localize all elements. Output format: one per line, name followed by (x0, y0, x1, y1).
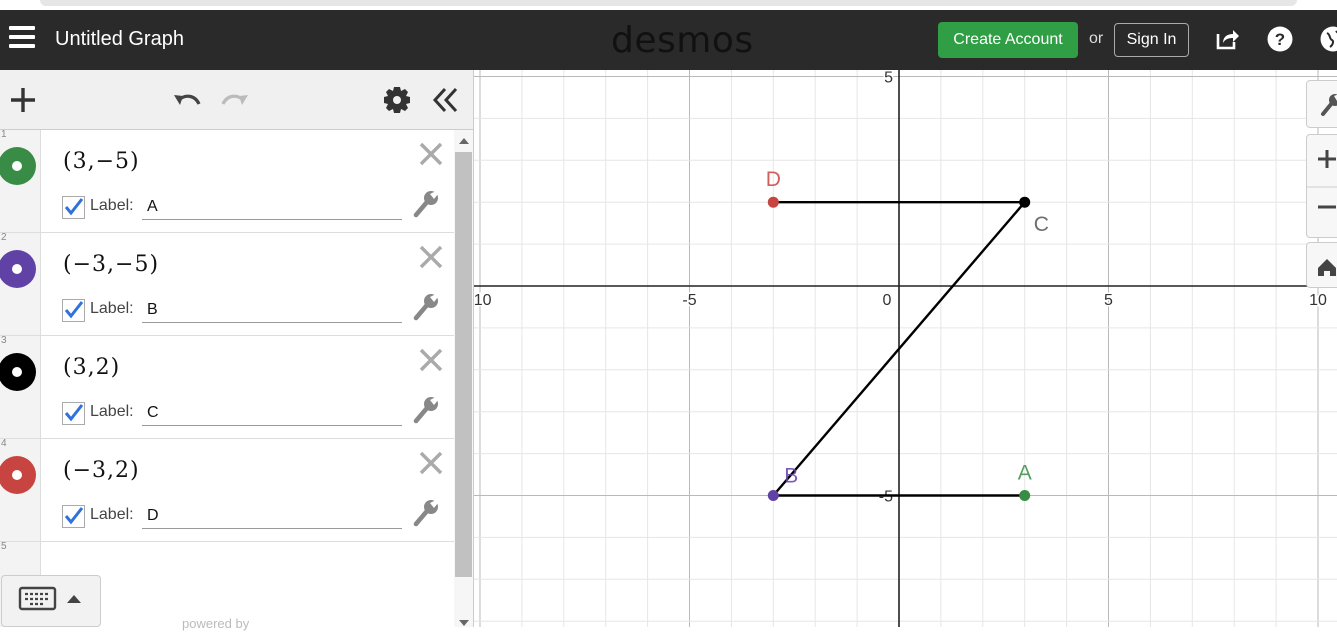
expression-row[interactable]: 4 (−3,2) Label: (0, 439, 454, 542)
label-caption: Label: (90, 300, 134, 318)
point-b (768, 490, 779, 501)
expression-row[interactable]: 2 (−3,−5) Label: (0, 233, 454, 336)
expression-toolbar (0, 70, 473, 130)
expression-number: 3 (1, 335, 7, 346)
x-tick-label: 0 (883, 292, 892, 309)
scrollbar-thumb[interactable] (455, 152, 472, 577)
app-header: Untitled Graph desmos Create Account or … (0, 10, 1337, 70)
label-input[interactable] (142, 400, 402, 426)
wrench-icon[interactable] (413, 190, 439, 218)
label-checkbox[interactable] (62, 402, 85, 425)
expression-list: 1 (3,−5) Label: 2 (−3,−5) Label: 3 (3,2) (0, 130, 454, 627)
expression-math[interactable]: (3,2) (63, 355, 120, 380)
expression-row[interactable]: 1 (3,−5) Label: (0, 130, 454, 233)
label-caption: Label: (90, 403, 134, 421)
collapse-panel-icon[interactable] (429, 84, 461, 116)
label-checkbox[interactable] (62, 196, 85, 219)
point-label-d: D (766, 168, 781, 191)
point-d (768, 197, 779, 208)
point-c (1019, 197, 1030, 208)
expression-math[interactable]: (3,−5) (63, 149, 140, 174)
zoom-controls (1306, 134, 1337, 238)
expression-number: 5 (1, 541, 7, 552)
y-tick-label: 5 (884, 70, 893, 87)
label-caption: Label: (90, 197, 134, 215)
top-strip-bar (40, 0, 1297, 6)
graph-settings-wrench-icon[interactable] (1306, 80, 1337, 128)
scroll-down-arrow-icon[interactable] (459, 620, 469, 626)
settings-gear-icon[interactable] (381, 84, 413, 116)
hamburger-menu-icon[interactable] (9, 26, 35, 50)
label-input[interactable] (142, 297, 402, 323)
scroll-up-arrow-icon[interactable] (459, 138, 469, 144)
or-text: or (1089, 30, 1103, 48)
graph-paper[interactable]: -10 -5 0 5 10 5 -5 A B C D (474, 70, 1337, 627)
delete-expression-icon[interactable] (417, 346, 445, 374)
expression-number: 1 (1, 130, 7, 140)
share-icon[interactable] (1214, 26, 1240, 52)
expression-math[interactable]: (−3,2) (63, 458, 140, 483)
sign-in-button[interactable]: Sign In (1114, 23, 1189, 57)
point-label-a: A (1018, 462, 1032, 485)
point-a (1019, 490, 1030, 501)
expression-number: 4 (1, 438, 7, 449)
wrench-icon[interactable] (413, 293, 439, 321)
powered-by-text: powered by (182, 616, 249, 631)
point-label-b: B (784, 465, 798, 488)
label-input[interactable] (142, 503, 402, 529)
delete-expression-icon[interactable] (417, 243, 445, 271)
label-caption: Label: (90, 506, 134, 524)
expression-scrollbar[interactable] (454, 130, 473, 627)
create-account-button[interactable]: Create Account (938, 22, 1078, 58)
label-checkbox[interactable] (62, 299, 85, 322)
expression-row[interactable]: 3 (3,2) Label: (0, 336, 454, 439)
wrench-icon[interactable] (413, 499, 439, 527)
wrench-icon[interactable] (413, 396, 439, 424)
help-icon[interactable]: ? (1267, 26, 1293, 52)
caret-up-icon (67, 595, 81, 603)
keyboard-toggle-button[interactable] (1, 575, 101, 627)
redo-icon[interactable] (219, 84, 251, 116)
home-zoom-icon[interactable] (1306, 242, 1337, 288)
undo-icon[interactable] (171, 84, 203, 116)
expression-number: 2 (1, 232, 7, 243)
desmos-logo: desmos (611, 20, 754, 61)
x-tick-label: 10 (1309, 292, 1327, 309)
point-label-c: C (1034, 213, 1049, 236)
keyboard-icon (20, 588, 55, 609)
x-tick-label: -10 (474, 292, 492, 309)
graph-title[interactable]: Untitled Graph (55, 28, 184, 51)
x-tick-label: -5 (682, 292, 696, 309)
zoom-in-icon (1318, 150, 1336, 168)
label-input[interactable] (142, 194, 402, 220)
expression-sidebar: 1 (3,−5) Label: 2 (−3,−5) Label: 3 (3,2) (0, 70, 474, 627)
expression-math[interactable]: (−3,−5) (63, 252, 159, 277)
graph-canvas[interactable]: -10 -5 0 5 10 5 -5 A B C D (474, 70, 1337, 627)
x-tick-label: 5 (1104, 292, 1113, 309)
svg-text:?: ? (1275, 30, 1285, 49)
globe-icon[interactable] (1320, 26, 1337, 52)
delete-expression-icon[interactable] (417, 449, 445, 477)
delete-expression-icon[interactable] (417, 140, 445, 168)
y-tick-label: -5 (879, 489, 893, 506)
browser-top-strip (0, 0, 1337, 10)
label-checkbox[interactable] (62, 505, 85, 528)
add-item-icon[interactable] (7, 84, 39, 116)
